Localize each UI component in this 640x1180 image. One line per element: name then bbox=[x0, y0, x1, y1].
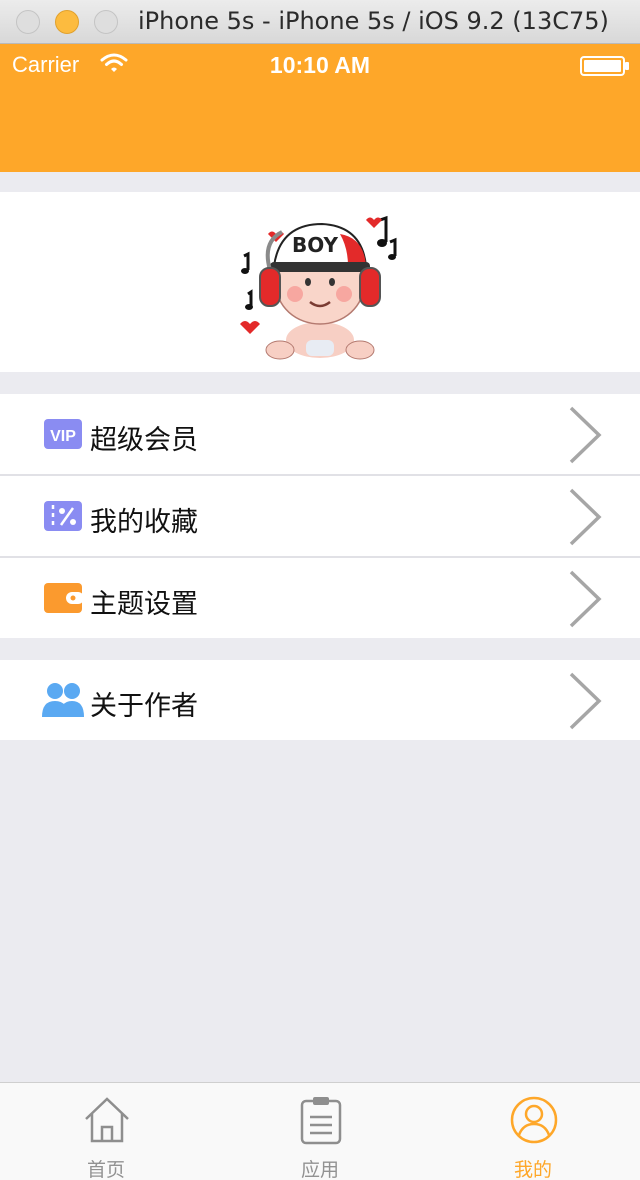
tab-me[interactable]: 我的 bbox=[473, 1083, 593, 1180]
avatar[interactable]: BOY bbox=[240, 212, 400, 362]
tab-me-label: 我的 bbox=[513, 1159, 552, 1180]
status-time: 10:10 AM bbox=[269, 52, 371, 78]
menu-label-about: 关于作者 bbox=[90, 691, 198, 722]
chevron-right-icon bbox=[569, 406, 602, 464]
vip-icon: VIP bbox=[44, 419, 82, 449]
people-icon bbox=[42, 683, 84, 717]
menu-label-favorites: 我的收藏 bbox=[90, 507, 198, 538]
coupon-icon bbox=[44, 501, 82, 531]
tab-bar: 首页 应用 我的 bbox=[0, 1082, 640, 1180]
wallet-icon bbox=[44, 583, 84, 613]
menu-label-vip: 超级会员 bbox=[90, 425, 198, 456]
tab-home[interactable]: 首页 bbox=[46, 1083, 166, 1180]
minimize-window-button[interactable] bbox=[55, 10, 79, 34]
tab-home-label: 首页 bbox=[86, 1159, 125, 1180]
clipboard-icon bbox=[300, 1097, 342, 1145]
menu-row-favorites[interactable]: 我的收藏 bbox=[0, 476, 640, 558]
chevron-right-icon bbox=[569, 570, 602, 628]
tab-apps-label: 应用 bbox=[300, 1159, 339, 1180]
menu-group-primary: VIP 超级会员 我的收藏 主题设置 bbox=[0, 394, 640, 638]
menu-row-theme[interactable]: 主题设置 bbox=[0, 558, 640, 638]
nav-header: Carrier 10:10 AM bbox=[0, 44, 640, 172]
simulator-titlebar: iPhone 5s - iPhone 5s / iOS 9.2 (13C75) bbox=[0, 0, 640, 44]
window-title: iPhone 5s - iPhone 5s / iOS 9.2 (13C75) bbox=[138, 7, 609, 35]
menu-row-about[interactable]: 关于作者 bbox=[0, 660, 640, 740]
menu-group-secondary: 关于作者 bbox=[0, 660, 640, 740]
tab-apps[interactable]: 应用 bbox=[260, 1083, 380, 1180]
zoom-window-button[interactable] bbox=[94, 10, 118, 34]
menu-label-theme: 主题设置 bbox=[90, 589, 198, 620]
close-window-button[interactable] bbox=[16, 10, 40, 34]
menu-row-vip[interactable]: VIP 超级会员 bbox=[0, 394, 640, 476]
battery-icon bbox=[580, 56, 629, 76]
chevron-right-icon bbox=[569, 488, 602, 546]
simulator-window: iPhone 5s - iPhone 5s / iOS 9.2 (13C75) … bbox=[0, 0, 640, 1180]
profile-icon bbox=[510, 1096, 558, 1144]
svg-text:BOY: BOY bbox=[292, 233, 339, 257]
avatar-section: BOY bbox=[0, 192, 640, 372]
chevron-right-icon bbox=[569, 672, 602, 730]
home-icon bbox=[85, 1097, 129, 1143]
svg-text:VIP: VIP bbox=[50, 428, 76, 445]
